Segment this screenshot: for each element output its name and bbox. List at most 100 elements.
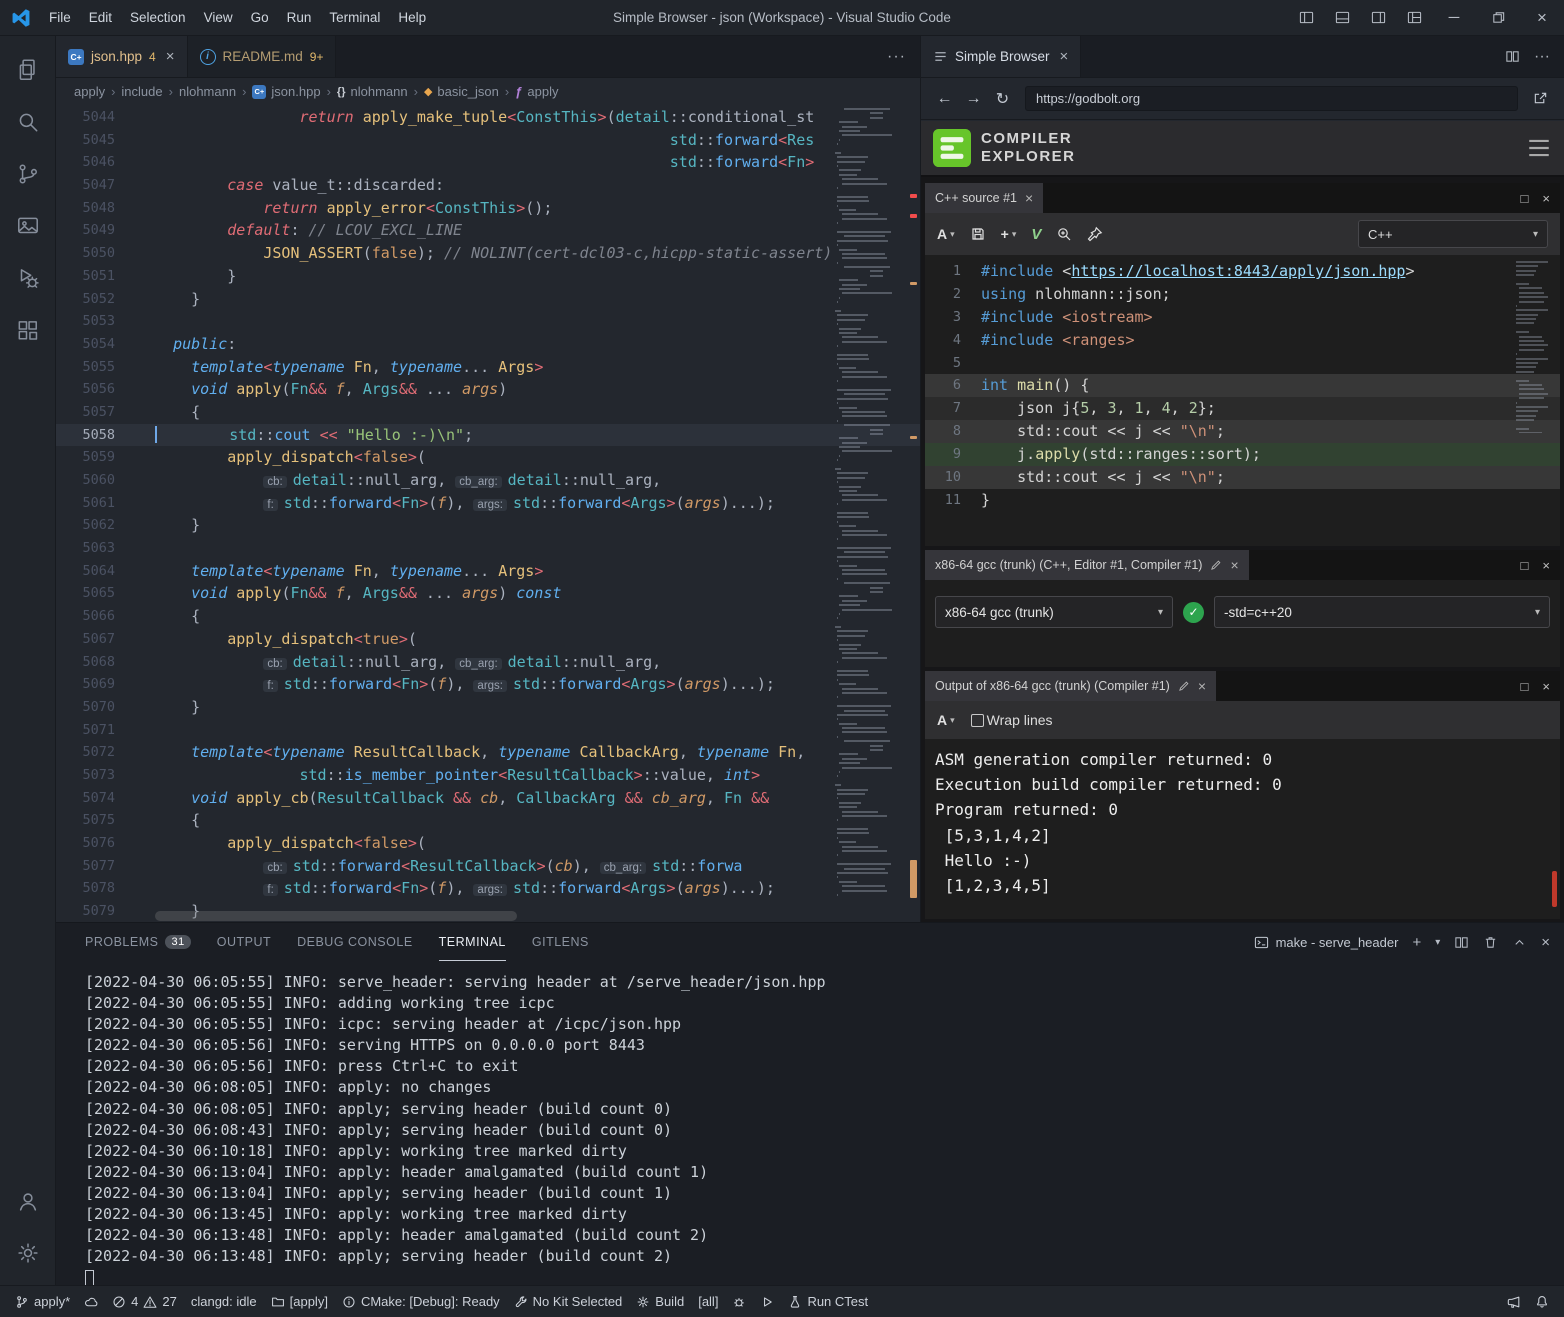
extensions-icon[interactable] [4,304,52,356]
maximize-pane-icon[interactable]: □ [1521,558,1529,573]
breadcrumb-item-nlohmann[interactable]: nlohmann [179,84,236,99]
open-external-icon[interactable] [1527,85,1554,112]
maximize-pane-icon[interactable]: □ [1521,191,1529,206]
godbolt-minimap[interactable] [1516,261,1554,433]
more-actions-icon[interactable]: ··· [873,48,920,66]
pin-icon[interactable] [1087,226,1103,242]
terminal[interactable]: [2022-04-30 06:05:55] INFO: serve_header… [56,961,1564,1285]
url-bar[interactable]: https://godbolt.org [1025,86,1518,111]
breadcrumb-item-include[interactable]: include [121,84,162,99]
breadcrumb-item-nlohmann[interactable]: {}nlohmann [337,84,408,99]
forward-button[interactable]: → [960,85,987,112]
toggle-secondary-sidebar-icon[interactable] [1360,0,1396,35]
split-editor-icon[interactable] [1505,49,1520,64]
minimize-button[interactable]: ─ [1432,0,1476,35]
more-actions-icon[interactable]: ··· [1534,48,1550,66]
status-notifications[interactable] [1528,1286,1556,1317]
customize-layout-icon[interactable] [1396,0,1432,35]
close-button[interactable]: × [1520,0,1564,35]
menu-selection[interactable]: Selection [121,0,195,35]
godbolt-code-editor[interactable]: 1#include <https://localhost:8443/apply/… [925,255,1560,512]
language-select[interactable]: C++ ▾ [1358,220,1548,248]
settings-icon[interactable] [4,1227,52,1279]
save-icon[interactable] [970,226,986,242]
close-icon[interactable]: × [1025,190,1033,206]
status-feedback[interactable] [1500,1286,1528,1317]
source-pane-tab[interactable]: C++ source #1 × [925,183,1043,213]
status-problems[interactable]: 427 [105,1286,184,1317]
breadcrumb-item-basic-json[interactable]: ◆basic_json [424,84,499,99]
status-launch-target[interactable] [753,1286,781,1317]
status-cmake-project[interactable]: [apply] [264,1286,335,1317]
close-pane-icon[interactable]: × [1542,679,1550,694]
maximize-pane-icon[interactable]: □ [1521,679,1529,694]
toggle-panel-icon[interactable] [1324,0,1360,35]
terminal-picker[interactable]: make - serve_header [1254,935,1399,950]
code-editor[interactable]: 5044 return apply_make_tuple<ConstThis>(… [56,106,920,922]
breadcrumb-item-apply[interactable]: apply [74,84,105,99]
close-icon[interactable]: × [1230,557,1238,573]
menu-run[interactable]: Run [278,0,321,35]
live-preview-icon[interactable] [4,200,52,252]
output-scrollbar[interactable] [1552,871,1557,907]
status-run-ctest[interactable]: Run CTest [781,1286,875,1317]
reload-button[interactable]: ↻ [989,85,1016,112]
search-icon[interactable] [4,96,52,148]
font-size-button[interactable]: A▾ [937,712,955,728]
breadcrumb-item-apply[interactable]: ƒapply [515,84,558,99]
zoom-icon[interactable] [1056,226,1072,242]
panel-tab-gitlens[interactable]: GITLENS [532,923,589,961]
close-tab-icon[interactable]: × [166,48,175,65]
status-cmake-build[interactable]: Build [629,1286,691,1317]
new-terminal-icon[interactable]: + [1412,934,1421,951]
minimap[interactable] [834,108,906,910]
close-pane-icon[interactable]: × [1542,558,1550,573]
status-debug-target[interactable] [725,1286,753,1317]
toggle-sidebar-icon[interactable] [1288,0,1324,35]
compiler-options-input[interactable]: -std=c++20 ▾ [1214,596,1550,628]
wrap-lines-checkbox[interactable]: Wrap lines [971,712,1053,728]
menu-view[interactable]: View [195,0,242,35]
run-and-debug-icon[interactable] [4,252,52,304]
font-size-button[interactable]: A▾ [937,226,955,242]
rename-pencil-icon[interactable] [1178,680,1190,692]
menu-go[interactable]: Go [242,0,278,35]
close-tab-icon[interactable]: × [1060,48,1069,65]
panel-tab-terminal[interactable]: TERMINAL [439,923,506,961]
menu-file[interactable]: File [40,0,80,35]
breadcrumb-item-json-hpp[interactable]: C+json.hpp [252,84,320,99]
tab-json-hpp[interactable]: C+ json.hpp 4 × [56,36,188,77]
compiler-pane-tab[interactable]: x86-64 gcc (trunk) (C++, Editor #1, Comp… [925,550,1249,580]
panel-tab-problems[interactable]: PROBLEMS31 [85,923,191,961]
account-icon[interactable] [4,1175,52,1227]
restore-button[interactable] [1476,0,1520,35]
status-build-target[interactable]: [all] [691,1286,725,1317]
tab-readme-md[interactable]: i README.md 9+ [188,36,337,77]
panel-tab-output[interactable]: OUTPUT [217,923,271,961]
tab-simple-browser[interactable]: Simple Browser × [921,36,1081,77]
horizontal-scrollbar[interactable] [155,911,517,921]
close-pane-icon[interactable]: × [1542,191,1550,206]
kill-terminal-icon[interactable] [1483,935,1498,950]
vim-mode-icon[interactable]: V [1031,226,1041,243]
status-cmake-kit[interactable]: No Kit Selected [507,1286,630,1317]
add-pane-button[interactable]: +▾ [1001,226,1017,242]
status-publish[interactable] [77,1286,105,1317]
hamburger-menu-icon[interactable] [1526,135,1552,161]
panel-tab-debug-console[interactable]: DEBUG CONSOLE [297,923,413,961]
menu-help[interactable]: Help [389,0,435,35]
menu-terminal[interactable]: Terminal [320,0,389,35]
close-icon[interactable]: × [1198,678,1206,694]
explorer-icon[interactable] [4,44,52,96]
status-git-branch[interactable]: apply* [8,1286,77,1317]
maximize-panel-icon[interactable] [1512,935,1527,950]
output-pane-tab[interactable]: Output of x86-64 gcc (trunk) (Compiler #… [925,671,1216,701]
rename-pencil-icon[interactable] [1210,559,1222,571]
terminal-dropdown-icon[interactable]: ▾ [1435,937,1440,948]
status-clangd-status[interactable]: clangd: idle [184,1286,264,1317]
split-terminal-icon[interactable] [1454,935,1469,950]
status-cmake-status[interactable]: CMake: [Debug]: Ready [335,1286,507,1317]
menu-edit[interactable]: Edit [80,0,121,35]
compiler-explorer-logo-icon[interactable] [933,129,971,167]
back-button[interactable]: ← [931,85,958,112]
